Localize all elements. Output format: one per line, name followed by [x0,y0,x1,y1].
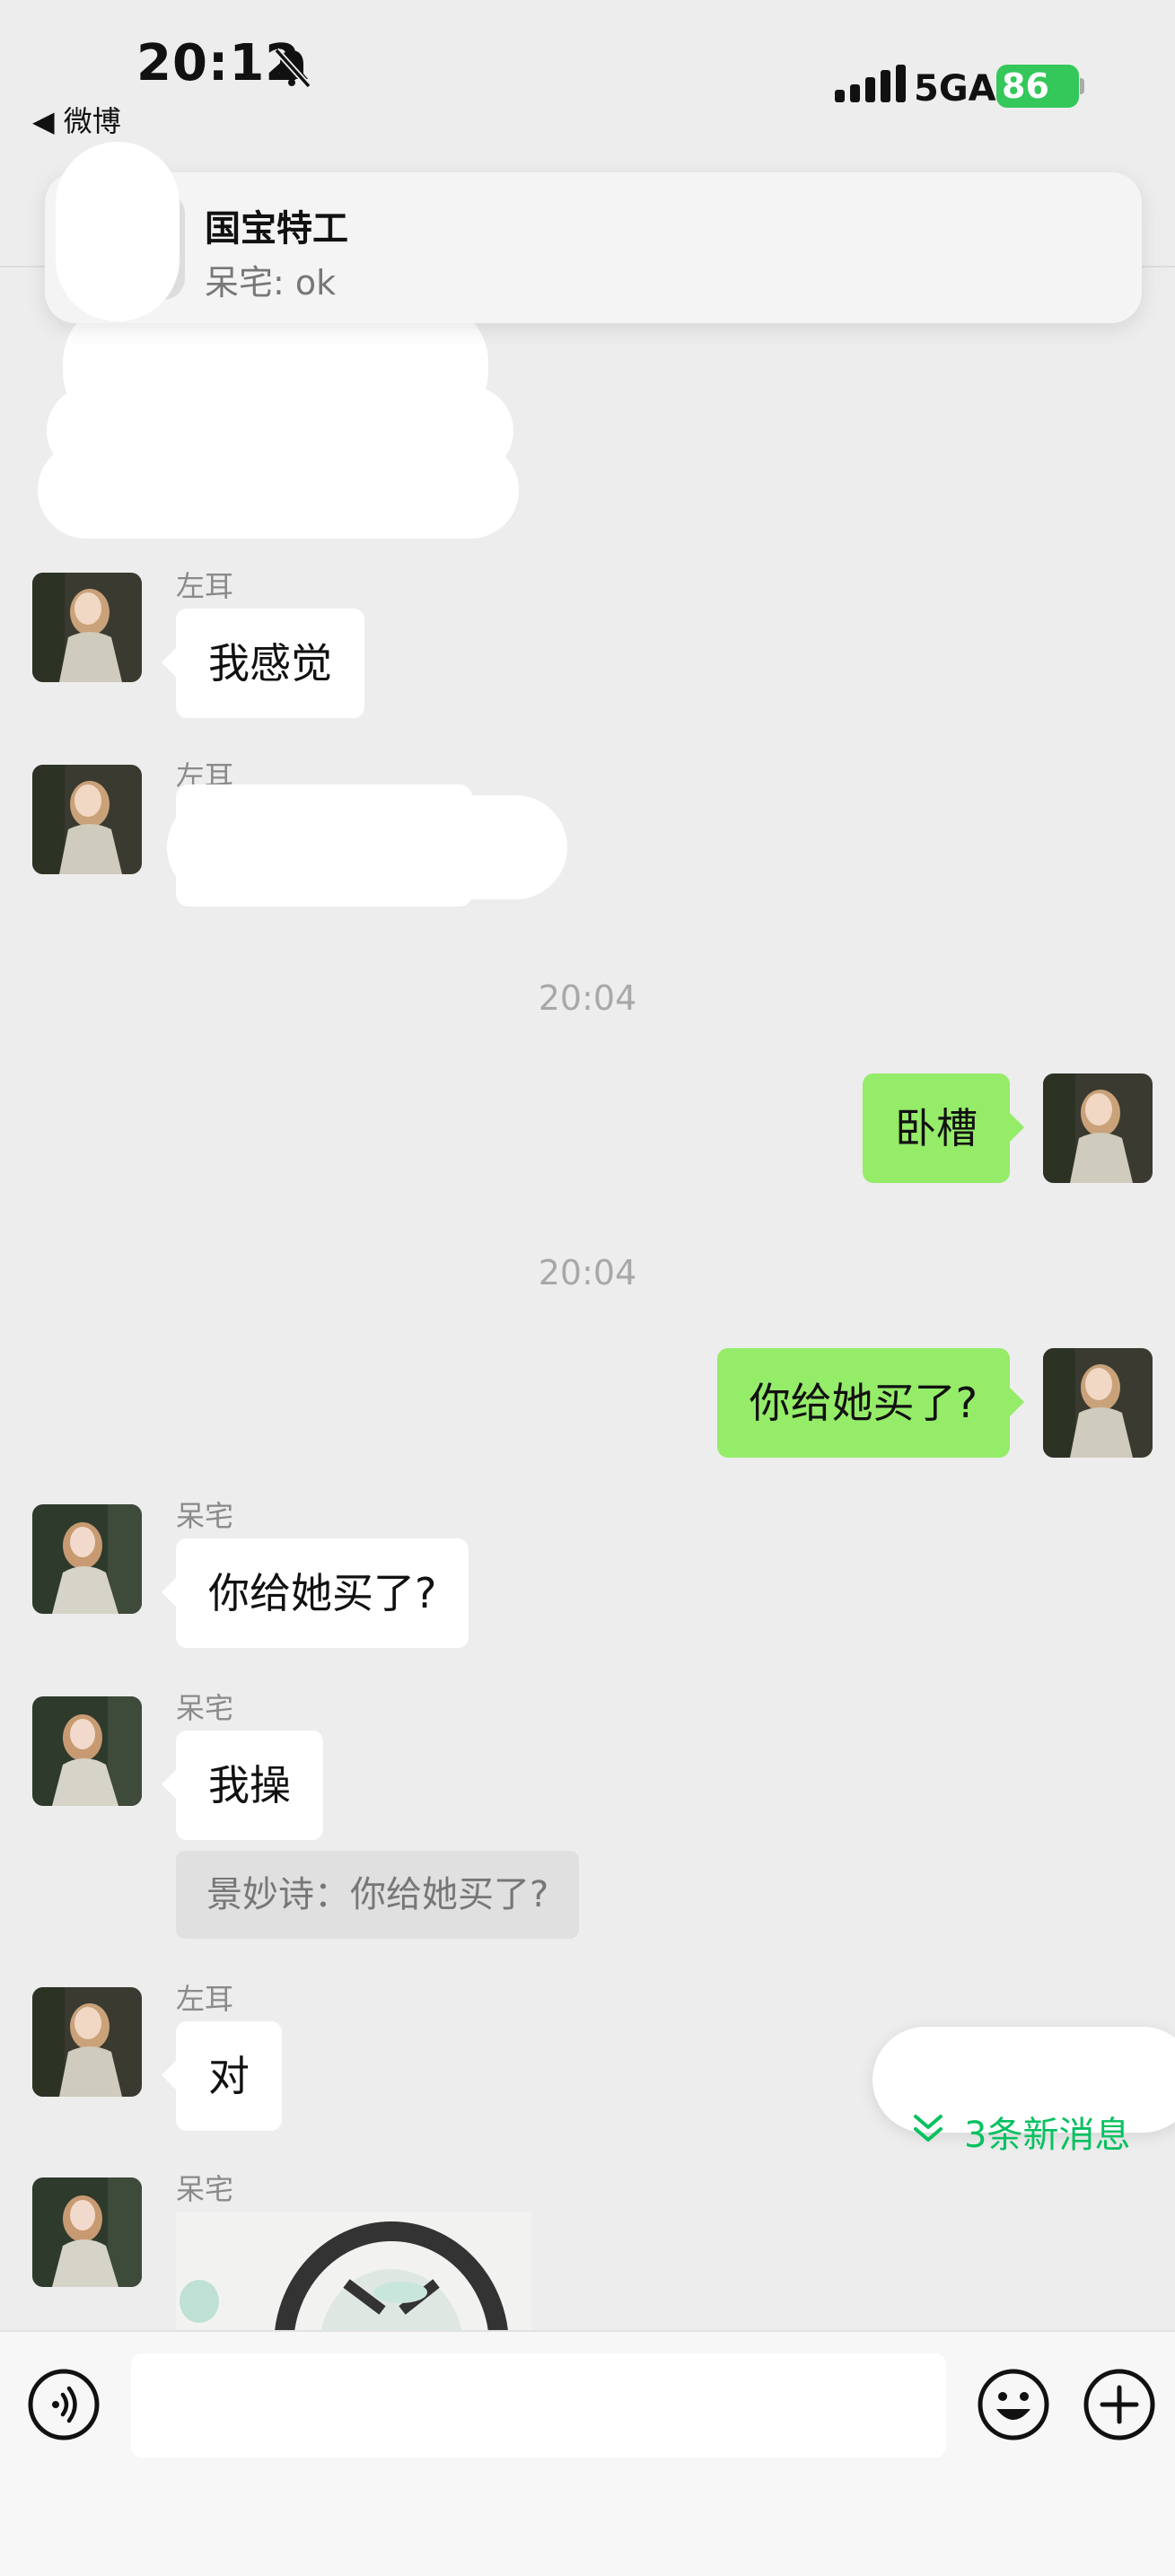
redaction-mark [56,142,180,321]
avatar[interactable] [32,573,142,682]
battery-indicator: 86 [996,65,1084,108]
back-to-app-link[interactable]: ◀ 微博 [32,99,121,140]
sticker-image[interactable] [176,2212,531,2330]
notification-message: 呆宅: ok [205,263,337,302]
sender-name: 呆宅 [176,2172,234,2206]
battery-level: 86 [1002,66,1049,106]
voice-icon[interactable] [27,2368,101,2441]
avatar[interactable] [32,1987,142,2097]
signal-icon [835,65,906,102]
redaction-mark [38,442,519,539]
avatar[interactable] [1043,1348,1153,1458]
redaction-mark [176,853,472,907]
timestamp: 20:04 [538,1253,637,1292]
message-bubble[interactable]: 我感觉 [162,609,364,718]
message-bubble[interactable]: 卧槽 [863,1073,1024,1183]
message-bubble[interactable]: 你给她买了? [716,1348,1025,1458]
sender-name: 左耳 [176,569,234,603]
avatar[interactable] [1043,1073,1153,1183]
avatar[interactable] [32,765,142,874]
sender-name: 左耳 [176,1982,234,2016]
timestamp: 20:04 [538,978,637,1018]
message-bubble[interactable]: 我操 [162,1730,323,1840]
network-type: 5GA [914,68,996,110]
bell-muted-icon [274,48,311,89]
double-chevron-down-icon [914,2115,943,2142]
avatar[interactable] [32,1504,142,1614]
notification-title: 国宝特工 [205,208,348,250]
new-messages-label: 3条新消息 [964,2115,1131,2156]
message-bubble[interactable]: 对 [162,2021,282,2131]
avatar[interactable] [32,1696,142,1806]
plus-icon[interactable] [1083,2368,1156,2441]
quoted-message[interactable]: 景妙诗：你给她买了? [176,1851,580,1939]
sender-name: 呆宅 [176,1499,234,1533]
message-input[interactable] [131,2353,946,2458]
sender-name: 呆宅 [176,1691,234,1725]
avatar[interactable] [32,2177,142,2287]
emoji-icon[interactable] [977,2368,1050,2441]
message-bubble[interactable]: 你给她买了? [161,1538,469,1648]
